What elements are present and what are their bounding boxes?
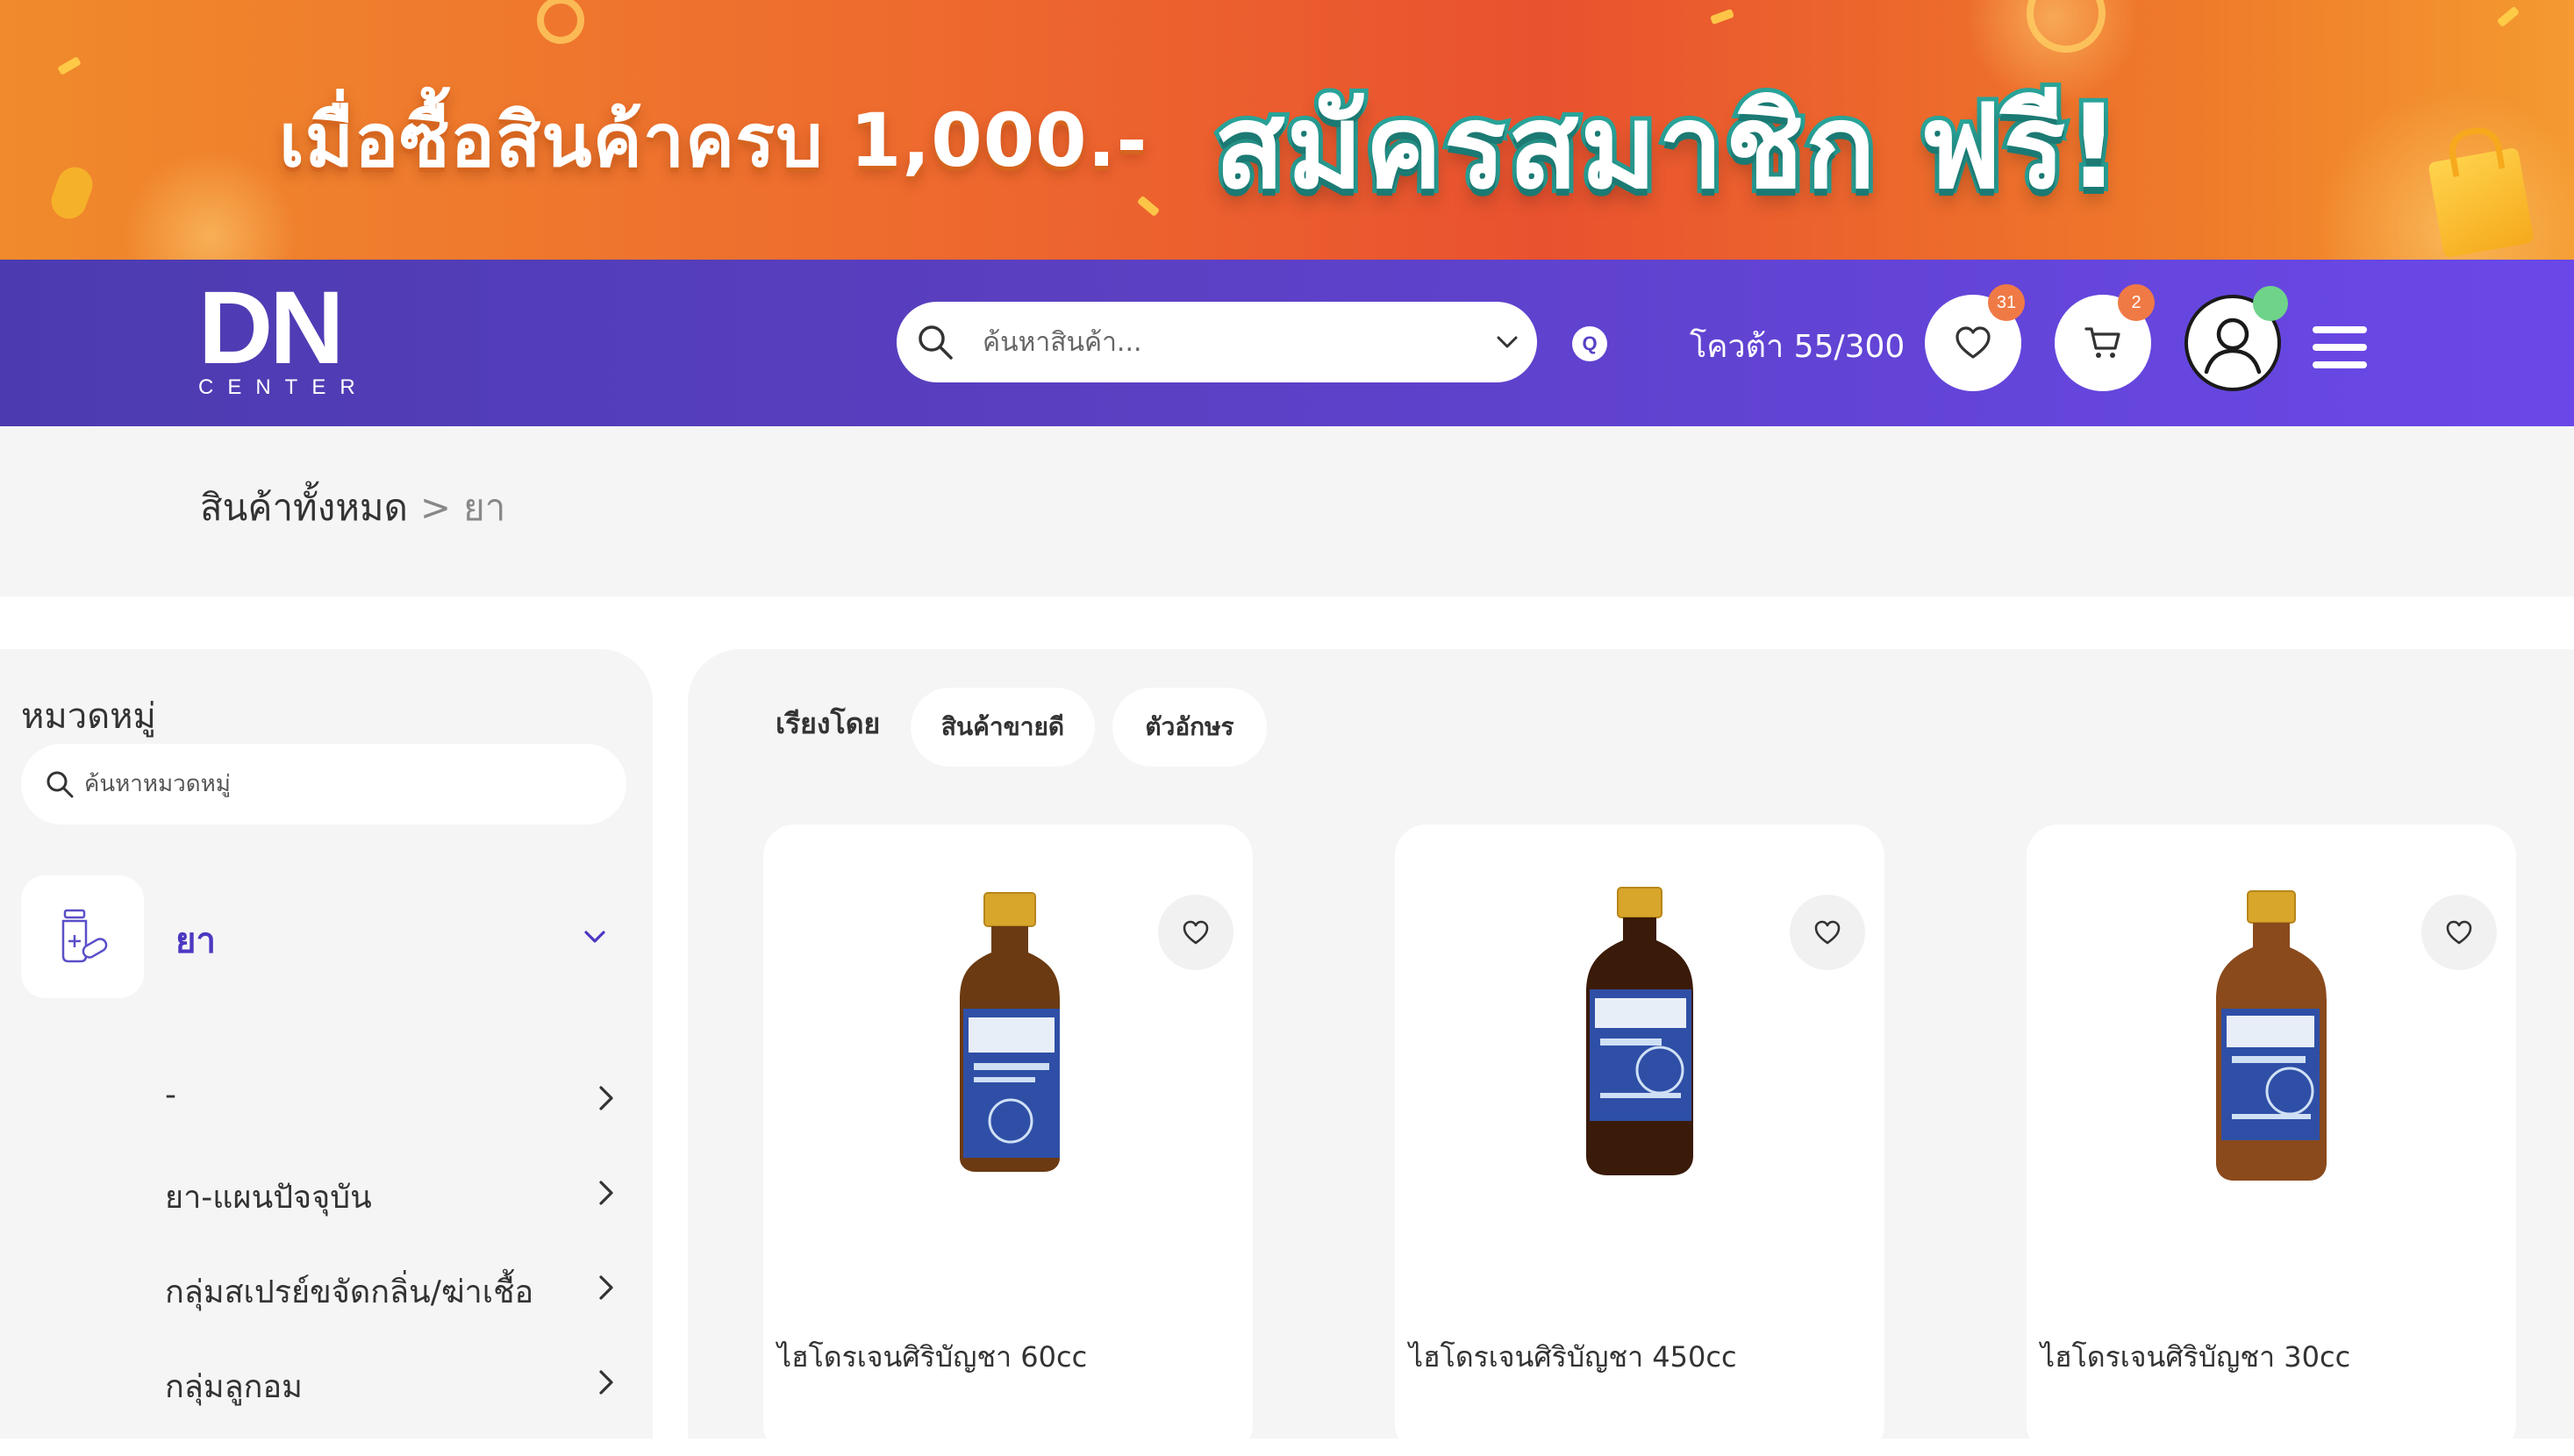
subcategory-label: กลุ่มลูกอม [165, 1369, 303, 1405]
category-sidebar: หมวดหมู่ ยา - ยา-แผนปัจจุบัน [0, 649, 653, 1438]
quota-info-icon[interactable]: Q [1572, 326, 1607, 361]
chevron-right-icon [599, 1086, 613, 1110]
sort-bestseller-button[interactable]: สินค้าขายดี [911, 688, 1095, 767]
chevron-down-icon[interactable] [1491, 326, 1523, 358]
medicine-bottle-icon [61, 909, 108, 963]
add-to-wishlist-button[interactable] [1790, 895, 1865, 970]
banner-decoration [537, 0, 584, 44]
sort-alphabetical-button[interactable]: ตัวอักษร [1112, 688, 1267, 767]
logo-text: DN [198, 270, 344, 386]
banner-decoration [57, 56, 82, 75]
shopping-bag-icon [2427, 146, 2535, 259]
category-search-bar [21, 744, 626, 824]
sort-label: เรียงโดย [776, 707, 881, 740]
heart-icon [2446, 920, 2472, 945]
product-image[interactable] [1509, 877, 1772, 1193]
search-icon[interactable] [914, 321, 956, 363]
search-icon [46, 771, 74, 798]
breadcrumb-current: ยา [463, 486, 506, 529]
banner-decoration [2496, 5, 2520, 28]
breadcrumb-separator: > [419, 486, 452, 529]
chevron-right-icon [599, 1275, 613, 1300]
category-label: ยา [175, 921, 216, 961]
product-bottle-image [2216, 890, 2327, 1181]
product-image[interactable] [2141, 877, 2404, 1193]
heart-icon [1814, 920, 1841, 945]
cart-icon [2084, 327, 2120, 358]
breadcrumb-bar: สินค้าทั้งหมด > ยา [0, 426, 2574, 596]
add-to-wishlist-button[interactable] [2421, 895, 2497, 970]
subcategory-item[interactable]: ยา-แผนปัจจุบัน [165, 1163, 621, 1224]
chevron-right-icon [599, 1370, 613, 1395]
product-card[interactable]: ไฮโดรเจนศิริบัญชา 450cc [1395, 824, 1884, 1456]
subcategory-item[interactable]: - [165, 1068, 621, 1130]
heart-icon [1956, 326, 1991, 359]
subcategory-item[interactable]: กลุ่มสเปรย์ขจัดกลิ่น/ฆ่าเชื้อ [165, 1258, 621, 1319]
cart-count-badge: 2 [2118, 284, 2155, 321]
product-search-bar [897, 302, 1537, 382]
subcategory-label: ยา-แผนปัจจุบัน [165, 1180, 372, 1216]
quota-text: โควต้า 55/300 [1690, 329, 1905, 365]
banner-decoration [1710, 8, 1734, 25]
logo[interactable]: DN CENTER [198, 270, 369, 399]
banner-headline-left: เมื่อซื้อสินค้าครบ 1,000.- [279, 97, 1148, 183]
chevron-down-icon[interactable] [579, 921, 611, 953]
product-image[interactable] [877, 877, 1140, 1193]
product-card[interactable]: ไฮโดรเจนศิริบัญชา 60cc [763, 824, 1253, 1456]
heart-icon [1183, 920, 1209, 945]
logo-subtext: CENTER [198, 375, 369, 399]
sidebar-title: หมวดหมู่ [21, 696, 156, 737]
product-name[interactable]: ไฮโดรเจนศิริบัญชา 60cc [777, 1335, 1087, 1380]
breadcrumb: สินค้าทั้งหมด > ยา [200, 479, 505, 537]
breadcrumb-root-link[interactable]: สินค้าทั้งหมด [200, 486, 408, 529]
top-nav: DN CENTER Q โควต้า 55/300 31 2 [0, 260, 2574, 426]
banner-decoration [1136, 195, 1161, 218]
product-card[interactable]: ไฮโดรเจนศิริบัญชา 30cc [2027, 824, 2516, 1456]
cart-button[interactable]: 2 [2055, 284, 2155, 391]
menu-icon[interactable] [2313, 326, 2367, 368]
product-bottle-image [1586, 887, 1693, 1175]
product-search-input[interactable] [983, 319, 1474, 365]
category-item-medicine[interactable]: ยา [21, 875, 626, 998]
product-listing: เรียงโดย สินค้าขายดี ตัวอักษร ไฮโดรเจนศิ… [688, 649, 2574, 1456]
product-bottle-image [960, 892, 1060, 1172]
online-status-dot [2253, 286, 2288, 321]
category-search-input[interactable] [84, 765, 593, 803]
promo-banner[interactable]: เมื่อซื้อสินค้าครบ 1,000.- สมัครสมาชิก ฟ… [0, 0, 2574, 260]
chevron-right-icon [599, 1181, 613, 1205]
banner-headline-right: สมัครสมาชิก ฟรี! [1210, 75, 2124, 219]
subcategory-label: กลุ่มสเปรย์ขจัดกลิ่น/ฆ่าเชื้อ [165, 1274, 534, 1310]
banner-decoration [46, 161, 98, 225]
product-name[interactable]: ไฮโดรเจนศิริบัญชา 450cc [1409, 1335, 1737, 1380]
wishlist-count-badge: 31 [1988, 284, 2025, 321]
category-icon-box [21, 875, 144, 998]
wishlist-button[interactable]: 31 [1925, 284, 2025, 391]
product-name[interactable]: ไฮโดรเจนศิริบัญชา 30cc [2041, 1335, 2350, 1380]
subcategory-label: - [165, 1077, 176, 1113]
add-to-wishlist-button[interactable] [1158, 895, 1233, 970]
banner-decoration [123, 149, 298, 260]
